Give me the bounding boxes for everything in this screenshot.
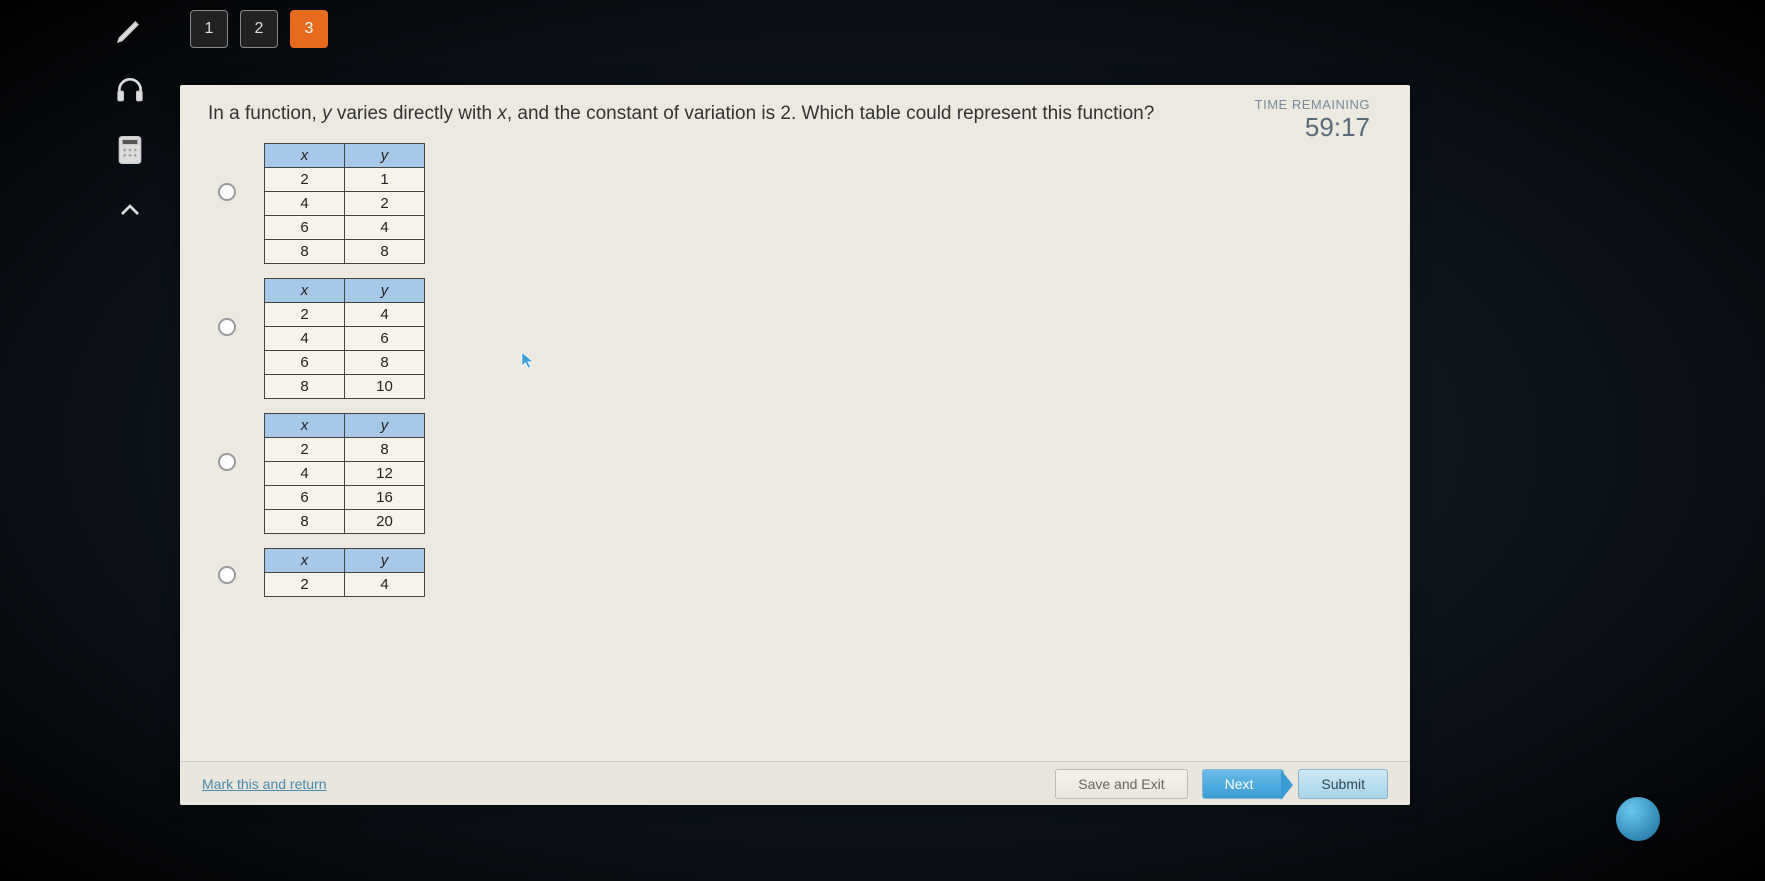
cell: 2	[345, 192, 425, 216]
radio-d[interactable]	[218, 566, 236, 584]
col-x: x	[265, 549, 345, 573]
col-y: y	[345, 414, 425, 438]
timer-value: 59:17	[1255, 112, 1370, 143]
cell: 6	[345, 327, 425, 351]
cell: 2	[265, 168, 345, 192]
radio-c[interactable]	[218, 453, 236, 471]
table-a: xy 21 42 64 88	[264, 143, 425, 264]
cell: 1	[345, 168, 425, 192]
cell: 16	[345, 486, 425, 510]
variable-x: x	[497, 103, 507, 124]
cell: 8	[265, 510, 345, 534]
radio-a[interactable]	[218, 183, 236, 201]
cell: 20	[345, 510, 425, 534]
option-d[interactable]: xy 24	[218, 548, 1382, 597]
tool-sidebar	[100, 10, 160, 230]
option-c[interactable]: xy 28 412 616 820	[218, 413, 1382, 534]
cell: 4	[345, 573, 425, 597]
cell: 4	[345, 303, 425, 327]
cell: 6	[265, 216, 345, 240]
headphones-icon[interactable]	[110, 70, 150, 110]
cell: 8	[345, 351, 425, 375]
question-text: In a function, y varies directly with x,…	[208, 103, 1208, 125]
nav-q3[interactable]: 3	[290, 10, 328, 48]
cell: 4	[345, 216, 425, 240]
option-a[interactable]: xy 21 42 64 88	[218, 143, 1382, 264]
variable-y: y	[322, 103, 332, 124]
next-button[interactable]: Next	[1202, 769, 1285, 799]
submit-button[interactable]: Submit	[1298, 769, 1388, 799]
question-nav: 1 2 3	[190, 10, 328, 48]
timer: TIME REMAINING 59:17	[1255, 97, 1370, 143]
question-fragment: In a function,	[208, 103, 322, 124]
question-fragment: , and the constant of variation is 2. Wh…	[507, 103, 1154, 124]
col-y: y	[345, 549, 425, 573]
cell: 8	[265, 240, 345, 264]
col-y: y	[345, 279, 425, 303]
answer-options: xy 21 42 64 88 xy 24 46 68 810 xy 28 412	[218, 143, 1382, 597]
nav-q1[interactable]: 1	[190, 10, 228, 48]
content-panel: TIME REMAINING 59:17 In a function, y va…	[180, 85, 1410, 805]
cell: 4	[265, 327, 345, 351]
cell: 4	[265, 462, 345, 486]
cell: 6	[265, 486, 345, 510]
cell: 6	[265, 351, 345, 375]
radio-b[interactable]	[218, 318, 236, 336]
cell: 4	[265, 192, 345, 216]
option-b[interactable]: xy 24 46 68 810	[218, 278, 1382, 399]
col-x: x	[265, 414, 345, 438]
save-exit-button[interactable]: Save and Exit	[1055, 769, 1187, 799]
cell: 2	[265, 573, 345, 597]
table-b: xy 24 46 68 810	[264, 278, 425, 399]
col-x: x	[265, 279, 345, 303]
nav-q2[interactable]: 2	[240, 10, 278, 48]
assistant-bubble-icon[interactable]	[1616, 797, 1660, 841]
pencil-icon[interactable]	[110, 10, 150, 50]
col-x: x	[265, 144, 345, 168]
cell: 8	[345, 240, 425, 264]
cell: 10	[345, 375, 425, 399]
cell: 12	[345, 462, 425, 486]
table-c: xy 28 412 616 820	[264, 413, 425, 534]
cell: 8	[345, 438, 425, 462]
table-d: xy 24	[264, 548, 425, 597]
cell: 2	[265, 438, 345, 462]
cell: 8	[265, 375, 345, 399]
question-fragment: varies directly with	[332, 103, 498, 124]
collapse-up-icon[interactable]	[110, 190, 150, 230]
calculator-icon[interactable]	[110, 130, 150, 170]
footer-bar: Mark this and return Save and Exit Next …	[180, 761, 1410, 805]
col-y: y	[345, 144, 425, 168]
timer-label: TIME REMAINING	[1255, 97, 1370, 112]
cell: 2	[265, 303, 345, 327]
mark-return-link[interactable]: Mark this and return	[202, 776, 327, 792]
